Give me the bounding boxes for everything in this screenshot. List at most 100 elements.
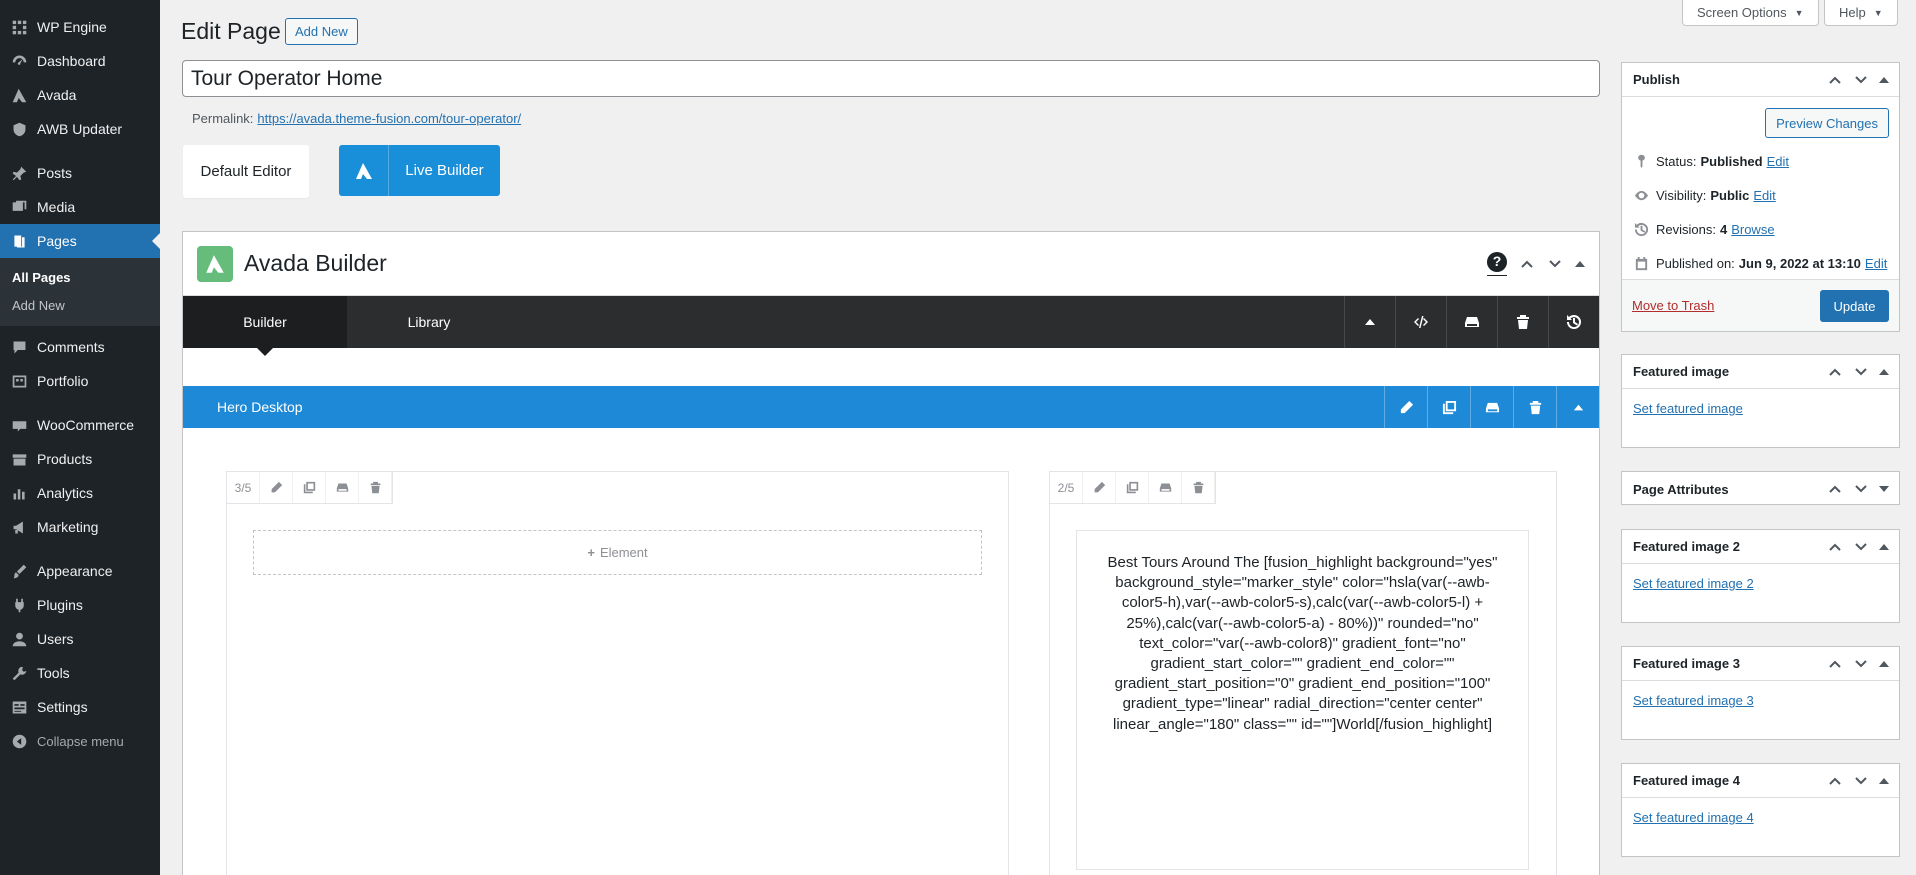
help-label: Help bbox=[1839, 5, 1866, 20]
sidebar-item-portfolio[interactable]: Portfolio bbox=[0, 364, 160, 398]
save-icon[interactable] bbox=[1149, 472, 1182, 503]
box-header[interactable]: Page Attributes bbox=[1622, 472, 1899, 506]
save-icon[interactable] bbox=[1446, 296, 1497, 348]
sidebar-item-users[interactable]: Users bbox=[0, 622, 160, 656]
box-header[interactable]: Featured image 4 bbox=[1622, 764, 1899, 798]
chevron-up-icon[interactable] bbox=[1519, 256, 1535, 272]
update-button[interactable]: Update bbox=[1820, 290, 1889, 322]
sidebar-item-pages[interactable]: Pages bbox=[0, 224, 160, 258]
sidebar-item-avada[interactable]: Avada bbox=[0, 78, 160, 112]
sidebar-item-settings[interactable]: Settings bbox=[0, 690, 160, 724]
toggle-panel-icon[interactable] bbox=[1879, 368, 1889, 375]
chevron-down-icon[interactable] bbox=[1853, 481, 1869, 497]
set-featured-image-4-link[interactable]: Set featured image 4 bbox=[1633, 810, 1754, 825]
chevron-up-icon[interactable] bbox=[1827, 773, 1843, 789]
chevron-up-icon[interactable] bbox=[1827, 364, 1843, 380]
featured-image-2-box: Featured image 2 Set featured image 2 bbox=[1621, 529, 1900, 623]
appearance-icon bbox=[10, 562, 28, 580]
set-featured-image-2-link[interactable]: Set featured image 2 bbox=[1633, 576, 1754, 591]
chevron-down-icon[interactable] bbox=[1853, 72, 1869, 88]
post-title-input[interactable] bbox=[182, 60, 1600, 97]
sidebar-item-woocommerce[interactable]: WooCommerce bbox=[0, 408, 160, 442]
trash-icon[interactable] bbox=[1182, 472, 1215, 503]
toggle-panel-icon[interactable] bbox=[1879, 543, 1889, 550]
sidebar-item-products[interactable]: Products bbox=[0, 442, 160, 476]
edit-icon[interactable] bbox=[1384, 386, 1427, 428]
history-icon[interactable] bbox=[1548, 296, 1599, 348]
visibility-edit-link[interactable]: Edit bbox=[1753, 188, 1775, 203]
box-header[interactable]: Featured image bbox=[1622, 355, 1899, 389]
revisions-browse-link[interactable]: Browse bbox=[1731, 222, 1774, 237]
trash-icon[interactable] bbox=[1513, 386, 1556, 428]
box-header[interactable]: Featured image 2 bbox=[1622, 530, 1899, 564]
sidebar-item-media[interactable]: Media bbox=[0, 190, 160, 224]
tools-icon bbox=[10, 664, 28, 682]
status-edit-link[interactable]: Edit bbox=[1767, 154, 1789, 169]
submenu-all-pages[interactable]: All Pages bbox=[0, 264, 160, 292]
sidebar-item-analytics[interactable]: Analytics bbox=[0, 476, 160, 510]
trash-icon[interactable] bbox=[1497, 296, 1548, 348]
sidebar-item-marketing[interactable]: Marketing bbox=[0, 510, 160, 544]
chevron-down-icon[interactable] bbox=[1853, 364, 1869, 380]
clone-icon[interactable] bbox=[1116, 472, 1149, 503]
move-to-trash-link[interactable]: Move to Trash bbox=[1632, 298, 1714, 313]
container-hero-desktop[interactable]: Hero Desktop bbox=[183, 386, 1599, 428]
sidebar-item-tools[interactable]: Tools bbox=[0, 656, 160, 690]
toggle-panel-icon[interactable] bbox=[1879, 660, 1889, 667]
submenu-add-new[interactable]: Add New bbox=[0, 292, 160, 320]
box-header[interactable]: Featured image 3 bbox=[1622, 647, 1899, 681]
chevron-up-icon[interactable] bbox=[1827, 539, 1843, 555]
chevron-up-icon[interactable] bbox=[1827, 72, 1843, 88]
toggle-panel-icon[interactable] bbox=[1879, 76, 1889, 83]
published-edit-link[interactable]: Edit bbox=[1865, 256, 1887, 271]
column-size[interactable]: 2/5 bbox=[1050, 472, 1083, 503]
box-title: Featured image 3 bbox=[1633, 656, 1740, 671]
builder-help-button[interactable]: ? bbox=[1487, 251, 1507, 276]
column-size[interactable]: 3/5 bbox=[227, 472, 260, 503]
collapse-all-icon[interactable] bbox=[1344, 296, 1395, 348]
tab-library[interactable]: Library bbox=[347, 296, 511, 348]
marketing-icon bbox=[10, 518, 28, 536]
expand-panel-icon[interactable] bbox=[1879, 486, 1889, 492]
sidebar-item-dashboard[interactable]: Dashboard bbox=[0, 44, 160, 78]
default-editor-button[interactable]: Default Editor bbox=[183, 145, 309, 198]
sidebar-item-wp-engine[interactable]: WP Engine bbox=[0, 10, 160, 44]
edit-icon[interactable] bbox=[1083, 472, 1116, 503]
permalink-link[interactable]: https://avada.theme-fusion.com/tour-oper… bbox=[257, 111, 521, 126]
set-featured-image-link[interactable]: Set featured image bbox=[1633, 401, 1743, 416]
sidebar-item-posts[interactable]: Posts bbox=[0, 156, 160, 190]
add-element-button[interactable]: + Element bbox=[253, 530, 982, 575]
chevron-down-icon[interactable] bbox=[1853, 656, 1869, 672]
chevron-up-icon[interactable] bbox=[1827, 656, 1843, 672]
clone-icon[interactable] bbox=[293, 472, 326, 503]
clone-icon[interactable] bbox=[1427, 386, 1470, 428]
collapse-icon[interactable] bbox=[1556, 386, 1599, 428]
set-featured-image-3-link[interactable]: Set featured image 3 bbox=[1633, 693, 1754, 708]
save-icon[interactable] bbox=[326, 472, 359, 503]
toggle-panel-icon[interactable] bbox=[1575, 260, 1585, 267]
text-element-preview[interactable]: Best Tours Around The [fusion_highlight … bbox=[1076, 530, 1529, 870]
add-new-button[interactable]: Add New bbox=[285, 18, 358, 45]
tab-builder[interactable]: Builder bbox=[183, 296, 347, 356]
collapse-menu-button[interactable]: Collapse menu bbox=[0, 724, 160, 758]
chevron-down-icon[interactable] bbox=[1547, 256, 1563, 272]
save-icon[interactable] bbox=[1470, 386, 1513, 428]
trash-icon[interactable] bbox=[359, 472, 392, 503]
live-builder-button[interactable]: Live Builder bbox=[339, 145, 500, 196]
edit-icon[interactable] bbox=[260, 472, 293, 503]
permalink-label: Permalink: bbox=[192, 111, 254, 126]
sidebar-item-appearance[interactable]: Appearance bbox=[0, 554, 160, 588]
chevron-up-icon[interactable] bbox=[1827, 481, 1843, 497]
publish-box-header[interactable]: Publish bbox=[1622, 63, 1899, 97]
sidebar-item-comments[interactable]: Comments bbox=[0, 330, 160, 364]
code-icon[interactable] bbox=[1395, 296, 1446, 348]
chevron-down-icon[interactable] bbox=[1853, 773, 1869, 789]
toggle-panel-icon[interactable] bbox=[1879, 777, 1889, 784]
screen-options-button[interactable]: Screen Options ▼ bbox=[1682, 0, 1819, 26]
chevron-down-icon[interactable] bbox=[1853, 539, 1869, 555]
sidebar-item-awb-updater[interactable]: AWB Updater bbox=[0, 112, 160, 146]
preview-changes-button[interactable]: Preview Changes bbox=[1765, 108, 1889, 138]
sidebar-item-plugins[interactable]: Plugins bbox=[0, 588, 160, 622]
published-label: Published on: bbox=[1656, 255, 1735, 271]
help-button[interactable]: Help ▼ bbox=[1824, 0, 1898, 26]
